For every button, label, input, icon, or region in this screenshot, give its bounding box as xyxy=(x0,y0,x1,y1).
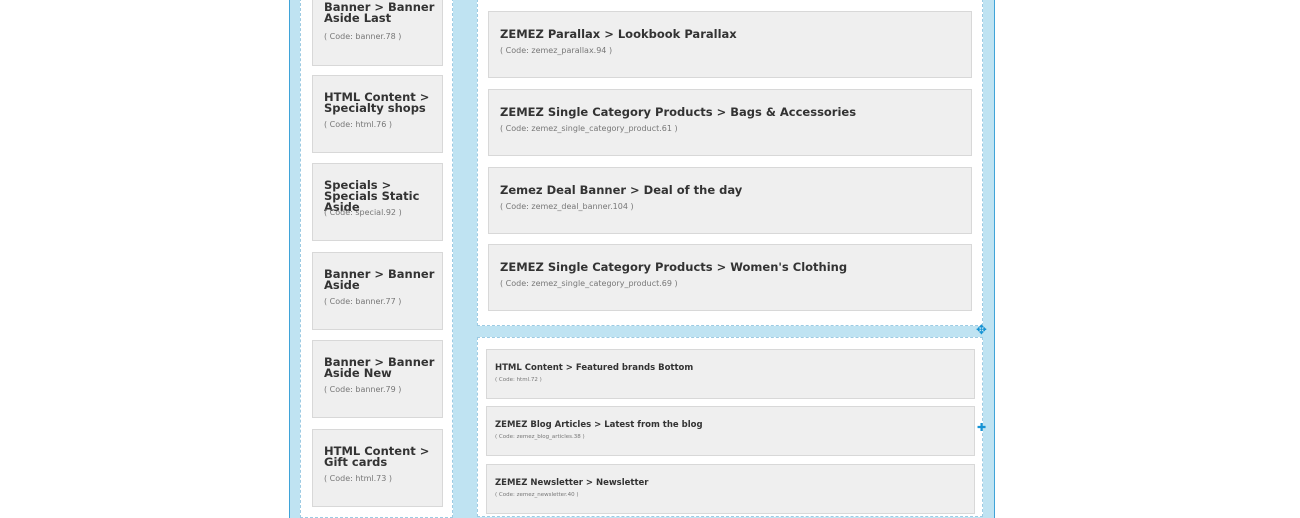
module-title: HTML Content > Gift cards xyxy=(324,444,430,469)
module-code: ( Code: html.76 ) xyxy=(324,120,392,129)
module-card[interactable]: ZEMEZ Single Category Products > Women's… xyxy=(488,244,972,311)
module-code: ( Code: html.73 ) xyxy=(324,474,392,483)
add-module-icon[interactable]: ✚ xyxy=(977,421,986,434)
module-code: ( Code: html.72 ) xyxy=(495,377,542,383)
module-code: ( Code: zemez_single_category_product.61… xyxy=(500,124,678,133)
module-card[interactable]: ZEMEZ Blog Articles > Latest from the bl… xyxy=(486,406,975,456)
module-title: ZEMEZ Parallax > Lookbook Parallax xyxy=(500,27,737,41)
module-card[interactable]: HTML Content > Featured brands Bottom ( … xyxy=(486,349,975,399)
module-title: Banner > Banner Aside Last xyxy=(324,0,435,25)
module-title: Banner > Banner Aside New xyxy=(324,355,435,380)
module-title: ZEMEZ Blog Articles > Latest from the bl… xyxy=(495,420,703,430)
module-code: ( Code: zemez_parallax.94 ) xyxy=(500,46,613,55)
module-code: ( Code: zemez_single_category_product.69… xyxy=(500,279,678,288)
module-code: ( Code: banner.78 ) xyxy=(324,32,402,41)
module-code: ( Code: special.92 ) xyxy=(324,208,402,217)
module-title: ZEMEZ Newsletter > Newsletter xyxy=(495,478,649,488)
module-card[interactable]: HTML Content > Gift cards ( Code: html.7… xyxy=(312,429,443,507)
module-title: HTML Content > Featured brands Bottom xyxy=(495,363,694,373)
module-title: ZEMEZ Single Category Products > Bags & … xyxy=(500,105,857,119)
module-title: Banner > Banner Aside xyxy=(324,267,435,292)
module-code: ( Code: zemez_newsletter.40 ) xyxy=(495,492,579,498)
module-code: ( Code: banner.79 ) xyxy=(324,385,402,394)
module-code: ( Code: zemez_deal_banner.104 ) xyxy=(500,202,634,211)
module-card[interactable]: HTML Content > Specialty shops ( Code: h… xyxy=(312,75,443,153)
module-card[interactable]: ZEMEZ Parallax > Lookbook Parallax ( Cod… xyxy=(488,11,972,78)
module-title: ZEMEZ Single Category Products > Women's… xyxy=(500,260,848,274)
module-code: ( Code: zemez_blog_articles.38 ) xyxy=(495,434,585,440)
module-card[interactable]: ZEMEZ Newsletter > Newsletter ( Code: ze… xyxy=(486,464,975,514)
module-code: ( Code: banner.77 ) xyxy=(324,297,402,306)
module-card[interactable]: Banner > Banner Aside Last ( Code: banne… xyxy=(312,0,443,66)
module-card[interactable]: Banner > Banner Aside New ( Code: banner… xyxy=(312,340,443,418)
move-row-icon[interactable]: ✥ xyxy=(976,324,987,337)
module-card[interactable]: ZEMEZ Single Category Products > Bags & … xyxy=(488,89,972,156)
module-title: HTML Content > Specialty shops xyxy=(324,90,430,115)
module-card[interactable]: Specials > Specials Static Aside ( Code:… xyxy=(312,163,443,241)
module-card[interactable]: Zemez Deal Banner > Deal of the day ( Co… xyxy=(488,167,972,234)
module-card[interactable]: Banner > Banner Aside ( Code: banner.77 … xyxy=(312,252,443,330)
module-title: Zemez Deal Banner > Deal of the day xyxy=(500,183,743,197)
